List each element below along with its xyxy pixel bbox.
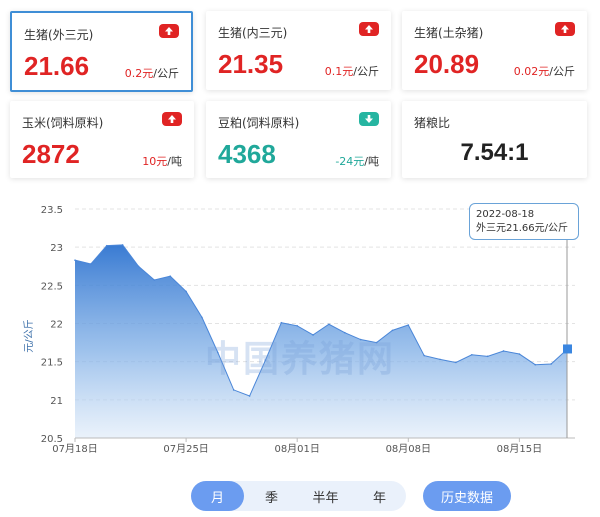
y-tick-labels: 20.52121.52222.52323.5 [41, 205, 63, 445]
data-point [153, 279, 156, 281]
data-point [423, 354, 425, 357]
y-tick-label: 23.5 [41, 205, 63, 216]
x-tick-label: 07月18日 [52, 443, 97, 455]
x-tick-label: 08月08日 [386, 443, 431, 455]
card-title: 猪粮比 [414, 116, 451, 130]
data-point [121, 244, 124, 246]
history-data-button[interactable]: 历史数据 [423, 481, 511, 511]
data-point [470, 353, 473, 356]
data-point [486, 355, 489, 358]
card-title: 豆粕(饲料原料) [218, 116, 300, 130]
change-unit: /公斤 [153, 67, 179, 80]
card-pig-grain-ratio[interactable]: 猪粮比 7.54:1 [402, 101, 587, 178]
price-cards: 生猪(外三元) 21.66 0.2元/公斤 生猪(内三元) 21.35 0.1元… [0, 0, 600, 190]
y-axis-label: 元/公斤 [23, 319, 35, 352]
card-change: 10元/吨 [142, 153, 182, 169]
data-point [344, 331, 346, 334]
change-unit: /公斤 [549, 65, 575, 78]
data-point [232, 389, 235, 391]
chart-tooltip: 2022-08-18 外三元21.66元/公斤 [469, 203, 579, 240]
y-tick-label: 22.5 [41, 281, 63, 292]
data-point [328, 323, 330, 326]
tab-month[interactable]: 月 [191, 481, 244, 511]
data-point [217, 351, 219, 354]
arrow-up-icon [159, 24, 179, 38]
y-tick-label: 22 [50, 320, 63, 331]
data-point [375, 341, 378, 344]
data-point [312, 334, 314, 336]
x-tick-labels: 07月18日 07月25日 08月01日 08月08日 08月15日 [52, 438, 542, 455]
card-title: 生猪(土杂猪) [414, 26, 484, 40]
card-change: 0.1元/公斤 [325, 63, 379, 79]
data-point [518, 353, 521, 355]
data-point [90, 263, 92, 265]
data-point [105, 244, 108, 247]
card-soymeal[interactable]: 豆粕(饲料原料) 4368 -24元/吨 [206, 101, 391, 178]
tab-quarter[interactable]: 季 [245, 481, 298, 511]
card-change: 0.02元/公斤 [514, 63, 575, 79]
card-corn[interactable]: 玉米(饲料原料) 2872 10元/吨 [10, 101, 194, 178]
data-point [407, 324, 410, 326]
change-unit: /吨 [364, 155, 379, 168]
data-point [74, 259, 76, 261]
y-tick-label: 23 [50, 243, 63, 254]
card-pig-inner[interactable]: 生猪(内三元) 21.35 0.1元/公斤 [206, 11, 391, 90]
change-unit: /公斤 [353, 65, 379, 78]
change-value: 10元 [142, 155, 168, 168]
y-tick-label: 21.5 [41, 358, 63, 369]
data-point [280, 321, 283, 324]
y-tick-label: 21 [50, 396, 63, 407]
tab-half-year[interactable]: 半年 [299, 481, 352, 511]
area-fill [75, 244, 567, 438]
arrow-down-icon [359, 112, 379, 126]
data-point [264, 359, 267, 361]
period-selector: 月 季 半年 年 [191, 481, 406, 511]
data-point [296, 324, 298, 327]
card-title: 玉米(饲料原料) [22, 116, 104, 130]
arrow-up-icon [162, 112, 182, 126]
card-price: 21.66 [24, 51, 90, 81]
card-change: -24元/吨 [335, 153, 379, 169]
data-point [534, 363, 537, 366]
data-point [502, 350, 505, 352]
data-point [550, 363, 552, 365]
tooltip-date: 2022-08-18 [476, 209, 535, 220]
change-value: 0.1元 [324, 65, 354, 78]
change-value: 0.02元 [513, 65, 550, 78]
card-price: 2872 [22, 139, 80, 169]
card-pig-outer[interactable]: 生猪(外三元) 21.66 0.2元/公斤 [10, 11, 193, 92]
data-point [201, 316, 203, 319]
tab-year[interactable]: 年 [353, 481, 406, 511]
change-value: 0.2元 [124, 67, 154, 80]
card-title: 生猪(外三元) [24, 28, 94, 42]
x-tick-label: 08月15日 [497, 443, 542, 455]
card-price: 21.35 [218, 49, 284, 79]
data-point [248, 395, 251, 397]
tooltip-text: 外三元21.66元/公斤 [476, 223, 568, 234]
x-tick-label: 07月25日 [163, 443, 208, 455]
data-point [359, 338, 362, 341]
data-point [391, 329, 394, 332]
data-point [137, 265, 140, 268]
card-change: 0.2元/公斤 [125, 65, 179, 81]
active-point-marker [563, 344, 572, 354]
ratio-value: 7.54:1 [460, 139, 529, 166]
change-unit: /吨 [167, 155, 182, 168]
data-point [455, 361, 457, 364]
x-tick-label: 08月01日 [274, 443, 319, 455]
data-point [169, 275, 172, 277]
card-title: 生猪(内三元) [218, 26, 288, 40]
card-price: 4368 [218, 139, 276, 169]
card-pig-local[interactable]: 生猪(土杂猪) 20.89 0.02元/公斤 [402, 11, 587, 90]
data-point [185, 290, 187, 293]
data-point [439, 358, 441, 361]
card-price: 20.89 [414, 49, 480, 79]
arrow-up-icon [359, 22, 379, 36]
arrow-up-icon [555, 22, 575, 36]
change-value: -24元 [335, 155, 365, 168]
area-layer [74, 244, 568, 438]
